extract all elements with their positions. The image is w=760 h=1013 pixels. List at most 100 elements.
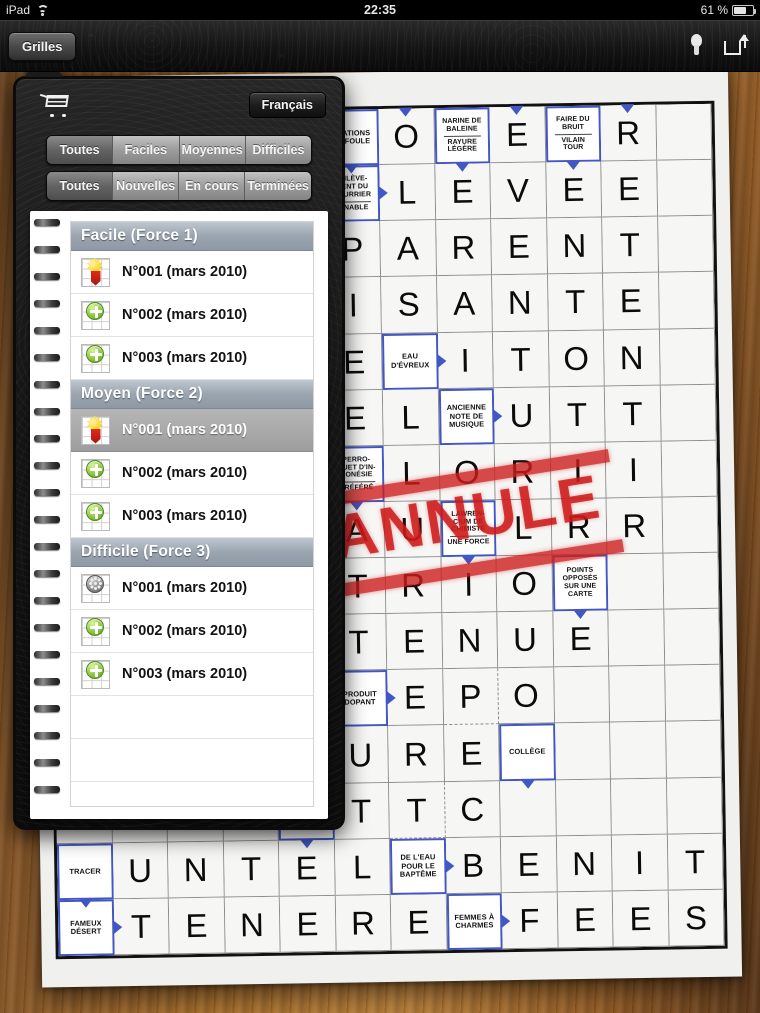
crossword-letter-cell[interactable]: E	[279, 895, 337, 953]
crossword-blank-cell[interactable]	[607, 553, 664, 611]
crossword-clue-cell[interactable]: ANCIENNE NOTE DE MUSIQUE	[438, 387, 503, 445]
difficulty-option-difficiles[interactable]: Difficiles	[245, 136, 311, 164]
crossword-letter-cell[interactable]: N	[224, 896, 281, 954]
crossword-letter-cell[interactable]: E	[387, 669, 444, 727]
crossword-letter-cell[interactable]: U	[384, 501, 441, 559]
crossword-letter-cell[interactable]: N	[492, 274, 549, 332]
crossword-letter-cell[interactable]: R	[335, 894, 392, 952]
crossword-letter-cell[interactable]: T	[667, 833, 724, 891]
crossword-letter-cell[interactable]: I	[605, 441, 663, 499]
crossword-letter-cell[interactable]: R	[435, 219, 493, 277]
status-option-nouvelles[interactable]: Nouvelles	[113, 172, 180, 200]
crossword-blank-cell[interactable]	[662, 496, 719, 554]
crossword-letter-cell[interactable]: A	[380, 220, 437, 278]
crossword-letter-cell[interactable]: T	[113, 898, 170, 956]
crossword-letter-cell[interactable]: T	[492, 330, 550, 388]
list-item[interactable]: N°003 (mars 2010)	[71, 495, 313, 538]
crossword-letter-cell[interactable]: A	[436, 275, 493, 333]
crossword-letter-cell[interactable]: E	[443, 724, 501, 782]
crossword-letter-cell[interactable]: U	[493, 387, 551, 445]
crossword-blank-cell[interactable]	[553, 666, 611, 724]
crossword-clue-cell[interactable]: LAWREN- CIUM DE CHIMISTE UNE FORCE	[440, 500, 497, 565]
crossword-letter-cell[interactable]: E	[278, 839, 336, 897]
crossword-clue-cell[interactable]: POINTS OPPOSÉS SUR UNE CARTE	[551, 554, 609, 620]
grid-list[interactable]: Facile (Force 1) N°001 (mars 2010) N°002 (…	[70, 221, 314, 807]
crossword-letter-cell[interactable]: V	[490, 162, 547, 220]
shopping-cart-icon[interactable]	[39, 93, 70, 117]
difficulty-option-toutes[interactable]: Toutes	[47, 136, 114, 164]
difficulty-option-faciles[interactable]: Faciles	[113, 136, 180, 164]
language-button[interactable]: Français	[248, 92, 326, 118]
crossword-blank-cell[interactable]	[608, 609, 665, 667]
list-item[interactable]: N°002 (mars 2010)	[71, 610, 313, 653]
status-option-terminées[interactable]: Terminées	[245, 172, 311, 200]
crossword-letter-cell[interactable]: E	[601, 160, 658, 218]
crossword-clue-cell[interactable]: FAMEUX DÉSERT	[57, 899, 122, 957]
crossword-blank-cell[interactable]	[658, 272, 715, 330]
crossword-blank-cell[interactable]	[500, 779, 557, 837]
crossword-letter-cell[interactable]: N	[546, 217, 604, 275]
crossword-letter-cell[interactable]: E	[545, 161, 603, 219]
crossword-blank-cell[interactable]	[655, 103, 713, 161]
crossword-letter-cell[interactable]: E	[603, 273, 660, 331]
crossword-letter-cell[interactable]: E	[612, 890, 670, 948]
crossword-blank-cell[interactable]	[610, 722, 667, 780]
crossword-letter-cell[interactable]: I	[550, 442, 607, 500]
crossword-letter-cell[interactable]: I	[440, 556, 498, 614]
crossword-letter-cell[interactable]: F	[501, 892, 559, 950]
list-item[interactable]: N°003 (mars 2010)	[71, 337, 313, 380]
difficulty-option-moyennes[interactable]: Moyennes	[179, 136, 246, 164]
crossword-blank-cell[interactable]	[663, 608, 721, 666]
list-item[interactable]: N°002 (mars 2010)	[71, 294, 313, 337]
lightbulb-icon[interactable]	[691, 34, 702, 56]
difficulty-segmented-control[interactable]: Toutes Faciles Moyennes Difficiles	[46, 135, 312, 165]
crossword-letter-cell[interactable]: E	[557, 891, 614, 949]
crossword-letter-cell[interactable]: R	[388, 725, 445, 783]
crossword-letter-cell[interactable]: N	[167, 841, 225, 899]
crossword-letter-cell[interactable]: T	[602, 216, 659, 274]
crossword-letter-cell[interactable]: E	[489, 105, 546, 164]
crossword-blank-cell[interactable]	[661, 440, 718, 498]
crossword-letter-cell[interactable]: E	[168, 897, 226, 955]
crossword-blank-cell[interactable]	[659, 328, 716, 386]
crossword-blank-cell[interactable]	[665, 721, 722, 779]
crossword-letter-cell[interactable]: U	[497, 611, 554, 669]
list-item[interactable]: N°001 (mars 2010)	[71, 251, 313, 294]
crossword-letter-cell[interactable]: R	[385, 557, 442, 615]
crossword-letter-cell[interactable]: O	[498, 667, 555, 725]
crossword-letter-cell[interactable]: C	[444, 780, 501, 838]
crossword-letter-cell[interactable]: E	[386, 613, 443, 671]
crossword-letter-cell[interactable]: E	[390, 893, 448, 951]
crossword-letter-cell[interactable]: T	[549, 386, 606, 444]
crossword-letter-cell[interactable]: L	[495, 499, 552, 557]
crossword-letter-cell[interactable]: I	[611, 834, 669, 892]
crossword-letter-cell[interactable]: T	[389, 781, 446, 839]
crossword-clue-cell[interactable]: EAU D'ÉVREUX	[381, 332, 447, 390]
crossword-clue-cell[interactable]: FEMMES À CHARMES	[446, 893, 511, 951]
crossword-letter-cell[interactable]: R	[551, 498, 608, 556]
crossword-letter-cell[interactable]: L	[334, 838, 391, 896]
crossword-blank-cell[interactable]	[660, 384, 717, 442]
status-segmented-control[interactable]: Toutes Nouvelles En cours Terminées	[46, 171, 312, 201]
crossword-letter-cell[interactable]: R	[606, 497, 663, 555]
status-option-toutes[interactable]: Toutes	[47, 172, 114, 200]
crossword-letter-cell[interactable]: E	[552, 610, 610, 668]
crossword-letter-cell[interactable]: E	[434, 163, 492, 221]
crossword-blank-cell[interactable]	[662, 552, 720, 610]
crossword-clue-cell[interactable]: COLLÈGE	[499, 723, 556, 789]
status-option-en-cours[interactable]: En cours	[179, 172, 246, 200]
crossword-blank-cell[interactable]	[657, 216, 715, 274]
crossword-letter-cell[interactable]: E	[500, 836, 558, 894]
share-icon[interactable]	[724, 34, 749, 55]
crossword-blank-cell[interactable]	[555, 779, 612, 837]
crossword-blank-cell[interactable]	[666, 777, 723, 835]
crossword-letter-cell[interactable]: S	[668, 889, 725, 947]
crossword-letter-cell[interactable]: T	[604, 385, 662, 443]
crossword-letter-cell[interactable]: E	[491, 218, 548, 276]
crossword-letter-cell[interactable]: R	[600, 104, 657, 162]
crossword-clue-cell[interactable]: TRACER	[56, 843, 114, 908]
crossword-clue-cell[interactable]: DE L'EAU POUR LE BAPTÊME	[389, 837, 454, 895]
crossword-clue-cell[interactable]: NARINE DE BALEINE RAYURE LÉGÈRE	[433, 107, 491, 172]
crossword-letter-cell[interactable]: L	[383, 444, 441, 502]
crossword-letter-cell[interactable]: O	[496, 555, 553, 613]
